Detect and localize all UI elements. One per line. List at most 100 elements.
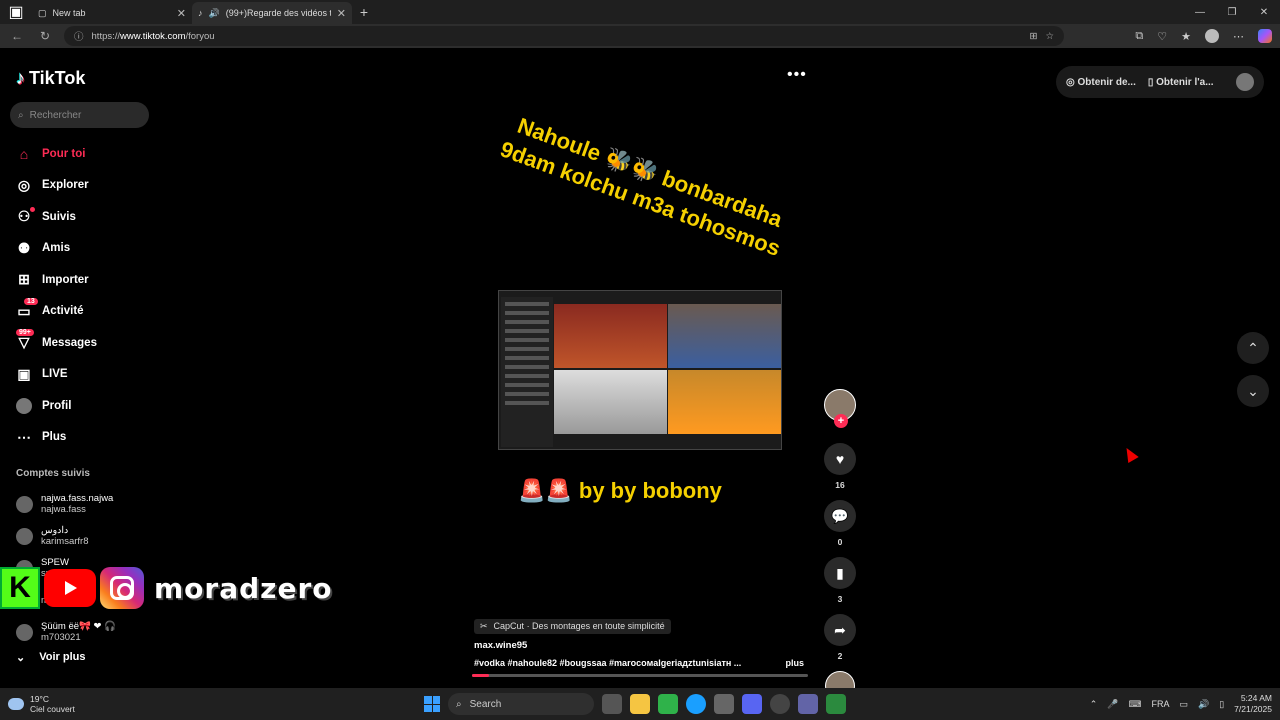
profile-avatar[interactable] <box>1205 29 1219 43</box>
browser-essentials-icon[interactable]: ♡ <box>1157 30 1167 43</box>
comment-icon: 💬 <box>831 507 849 524</box>
search-icon: ⌕ <box>18 109 24 121</box>
search-input[interactable]: ⌕ Rechercher <box>10 102 149 128</box>
network-icon[interactable]: ▭ <box>1179 699 1188 710</box>
main-nav: ⌂ Pour toi ◎ Explorer ⚇ Suivis ⚉ Amis ⊞ … <box>0 138 160 453</box>
app-available-icon[interactable]: ⊞ <box>1030 31 1038 42</box>
video-screen-capture <box>498 290 782 450</box>
nav-item-live[interactable]: ▣ LIVE <box>0 359 160 391</box>
upload-icon: ⊞ <box>18 271 30 288</box>
nav-item-pour-toi[interactable]: ⌂ Pour toi <box>0 138 160 170</box>
more-options-icon[interactable]: ••• <box>787 66 807 84</box>
list-item[interactable]: دادوس karimsarfr8 <box>16 520 156 552</box>
settings-more-icon[interactable]: ⋯ <box>1233 30 1244 43</box>
cloud-icon <box>8 698 24 710</box>
url-host: www.tiktok.com <box>120 30 186 42</box>
follow-plus-icon[interactable]: + <box>834 414 848 428</box>
weather-widget[interactable]: 19°C Ciel couvert <box>8 694 108 714</box>
battery-icon[interactable]: ▯ <box>1219 699 1224 710</box>
comment-button[interactable]: 💬 <box>824 500 856 532</box>
tab-tiktok[interactable]: ♪ 🔊 (99+)Regarde des vidéos te ✕ <box>192 2 352 24</box>
info-icon[interactable]: ⓘ <box>74 29 84 43</box>
app-icon[interactable] <box>770 694 790 714</box>
favorite-star-icon[interactable]: ☆ <box>1045 31 1054 42</box>
nav-item-importer[interactable]: ⊞ Importer <box>0 264 160 296</box>
see-more-button[interactable]: ⌄ Voir plus <box>16 651 85 664</box>
bookmark-icon: ▮ <box>836 564 844 581</box>
save-button[interactable]: ▮ <box>824 557 856 589</box>
tab-new-tab[interactable]: ▢ New tab ✕ <box>32 2 192 24</box>
previous-video-button[interactable]: ⌃ <box>1237 332 1269 364</box>
speaker-icon[interactable]: 🔊 <box>209 8 220 19</box>
app-icon[interactable] <box>658 694 678 714</box>
next-video-button[interactable]: ⌄ <box>1237 375 1269 407</box>
restore-icon[interactable]: ❐ <box>1216 7 1248 18</box>
nav-item-messages[interactable]: ▽ 99+ Messages <box>0 327 160 359</box>
share-button[interactable]: ➦ <box>824 614 856 646</box>
teams-icon[interactable] <box>798 694 818 714</box>
close-tab-icon[interactable]: ✕ <box>177 7 186 20</box>
edge-icon[interactable] <box>686 694 706 714</box>
refresh-icon[interactable]: ↻ <box>36 29 54 43</box>
comment-count: 0 <box>837 537 843 547</box>
url-field[interactable]: ⓘ https://www.tiktok.com/foryou ⊞ ☆ <box>64 26 1064 46</box>
list-item[interactable]: najwa.fass.najwa najwa.fass <box>16 488 156 520</box>
extensions-icon[interactable]: ⧉ <box>1135 30 1143 43</box>
close-window-icon[interactable]: ✕ <box>1248 7 1280 18</box>
taskbar-search[interactable]: ⌕ Search <box>448 693 594 715</box>
microphone-icon[interactable]: 🎤 <box>1107 699 1118 710</box>
new-tab-button[interactable]: + <box>352 4 376 20</box>
account-name: najwa.fass.najwa <box>41 493 114 504</box>
language-indicator[interactable]: FRA <box>1151 699 1169 709</box>
tab-actions-icon[interactable]: ▣ <box>0 0 32 24</box>
copilot-icon[interactable] <box>1258 29 1272 43</box>
creator-avatar[interactable]: + <box>824 389 856 428</box>
nav-label: Importer <box>42 273 89 286</box>
weather-temp: 19°C <box>30 694 49 704</box>
store-icon[interactable] <box>714 694 734 714</box>
get-coins-button[interactable]: ◎ Obtenir de... <box>1066 77 1136 88</box>
nav-item-suivis[interactable]: ⚇ Suivis <box>0 201 160 233</box>
get-app-label: Obtenir l'a... <box>1156 76 1214 88</box>
video-cell <box>554 370 667 434</box>
volume-icon[interactable]: 🔊 <box>1198 699 1209 710</box>
nav-item-plus[interactable]: ⋯ Plus <box>0 422 160 454</box>
tiktok-logo[interactable]: ♪ TikTok <box>16 68 85 89</box>
phone-icon: ▯ <box>1147 76 1157 88</box>
nav-item-amis[interactable]: ⚉ Amis <box>0 233 160 265</box>
get-app-button[interactable]: ▯ Obtenir l'a... <box>1148 77 1214 88</box>
nav-label: LIVE <box>42 368 68 381</box>
keyboard-icon[interactable]: ⌨ <box>1128 699 1141 710</box>
video-tags[interactable]: #vodka #nahoule82 #bougssaa #marocoмalge… <box>474 658 741 668</box>
video-author[interactable]: max.wine95 <box>474 640 814 651</box>
file-explorer-icon[interactable] <box>630 694 650 714</box>
task-view-icon[interactable] <box>602 694 622 714</box>
windows-taskbar: 19°C Ciel couvert ⌕ Search ⌃ 🎤 ⌨ FRA ▭ 🔊… <box>0 688 1280 720</box>
discord-icon[interactable] <box>742 694 762 714</box>
more-button[interactable]: plus <box>785 658 804 668</box>
weather-desc: Ciel couvert <box>30 704 75 714</box>
minimize-icon[interactable]: — <box>1184 7 1216 18</box>
kick-logo-icon: K <box>0 567 40 609</box>
video-progress-bar[interactable] <box>472 674 808 677</box>
play-icon <box>65 581 77 595</box>
chevron-up-icon[interactable]: ⌃ <box>1090 699 1098 710</box>
clock[interactable]: 5:24 AM 7/21/2025 <box>1234 693 1272 715</box>
user-avatar[interactable] <box>1236 73 1254 91</box>
capcut-label: CapCut · Des montages en toute simplicit… <box>493 621 665 631</box>
instagram-logo-icon <box>100 567 144 609</box>
capcut-badge[interactable]: ✂ CapCut · Des montages en toute simplic… <box>474 619 671 634</box>
nav-item-explorer[interactable]: ◎ Explorer <box>0 170 160 202</box>
windows-start-icon[interactable] <box>424 696 440 712</box>
like-button[interactable]: ♥ <box>824 443 856 475</box>
nav-item-activite[interactable]: ▭ 13 Activité <box>0 296 160 328</box>
app-icon[interactable] <box>826 694 846 714</box>
list-item[interactable]: Şüüm ëë🎀 ❤ 🎧 m703021 <box>16 616 156 648</box>
top-right-actions: ◎ Obtenir de... ▯ Obtenir l'a... <box>1056 66 1264 98</box>
account-user: m703021 <box>41 632 81 643</box>
close-tab-icon[interactable]: ✕ <box>337 7 346 20</box>
back-icon[interactable]: ← <box>8 29 26 43</box>
nav-item-profil[interactable]: Profil <box>0 390 160 422</box>
favorites-icon[interactable]: ★ <box>1181 30 1191 43</box>
window-controls: — ❐ ✕ <box>1184 7 1280 18</box>
